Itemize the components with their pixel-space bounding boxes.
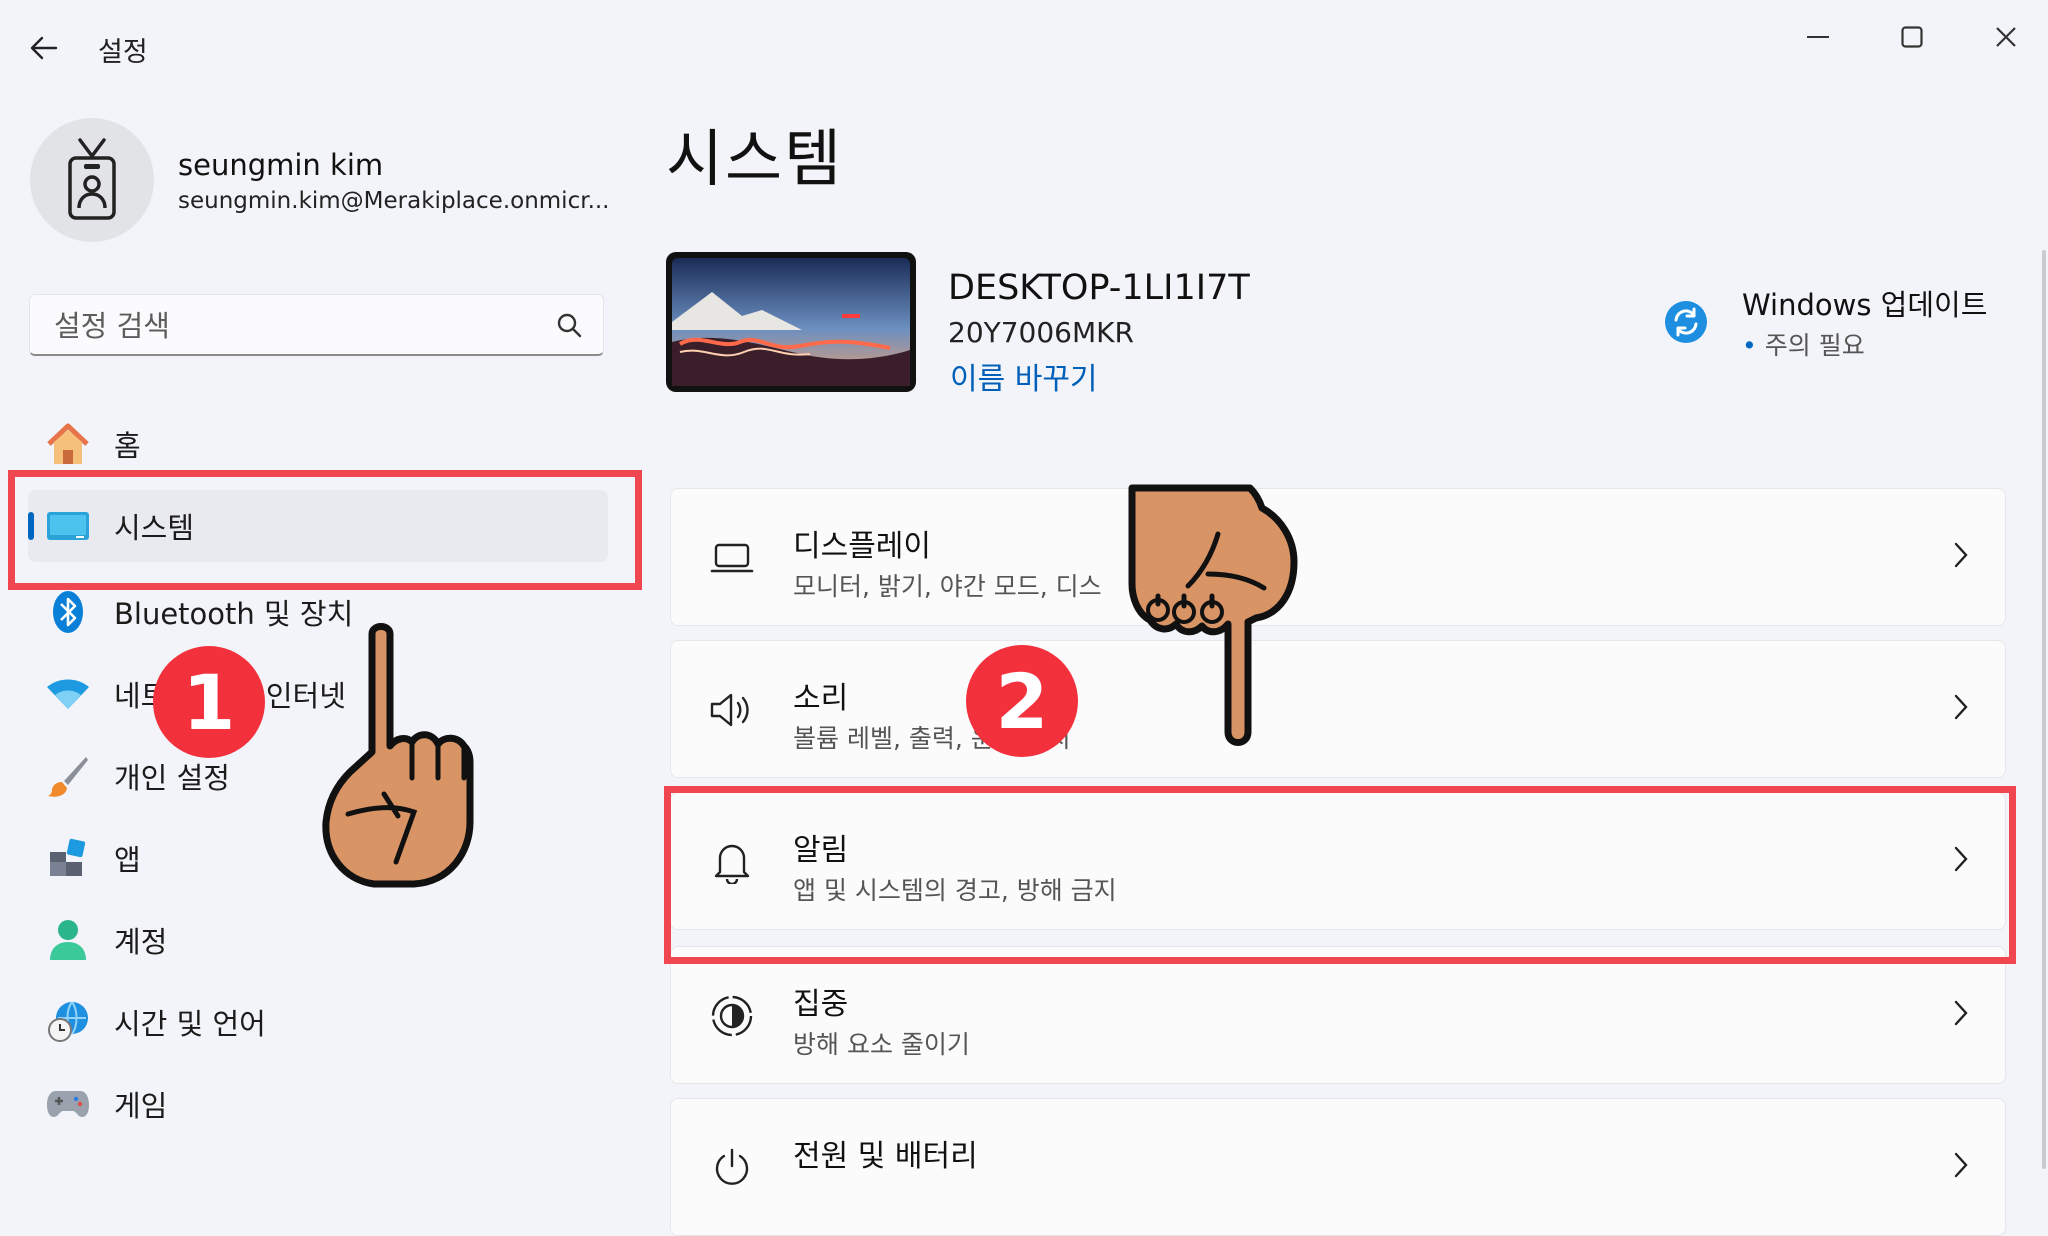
device-name: DESKTOP-1LI1I7T: [948, 268, 1250, 308]
sidebar-item-gaming[interactable]: 게임: [28, 1068, 608, 1140]
update-status-text: 주의 필요: [1764, 331, 1865, 360]
pointing-hand-down-icon: [1128, 484, 1298, 746]
page-title: 시스템: [666, 122, 844, 195]
brush-icon: [44, 752, 92, 800]
sidebar-item-label: 게임: [114, 1089, 168, 1123]
card-title: 소리: [793, 681, 849, 716]
card-focus[interactable]: 집중 방해 요소 줄이기: [670, 946, 2006, 1084]
windows-update-icon[interactable]: [1664, 300, 1708, 344]
pointing-hand-up-icon: [322, 623, 474, 888]
sidebar-item-label: 계정: [114, 925, 168, 959]
maximize-button[interactable]: [1882, 14, 1942, 60]
focus-icon: [707, 991, 757, 1041]
badge-user-icon: [68, 138, 116, 220]
bluetooth-icon: [44, 588, 92, 636]
account-icon: [44, 916, 92, 964]
sidebar-item-label: 개인 설정: [114, 761, 230, 795]
app-title: 설정: [98, 37, 148, 68]
device-model: 20Y7006MKR: [948, 316, 1134, 349]
power-icon: [707, 1143, 757, 1193]
card-display[interactable]: 디스플레이 모니터, 밝기, 야간 모드, 디스: [670, 488, 2006, 626]
sidebar-item-label: 앱: [114, 843, 141, 877]
step-badge-2: 2: [966, 645, 1078, 757]
laptop-icon: [707, 533, 757, 583]
search-icon[interactable]: [555, 311, 583, 339]
back-button[interactable]: [22, 28, 66, 68]
search-input[interactable]: [52, 305, 526, 347]
windows-update-title[interactable]: Windows 업데이트: [1742, 282, 1987, 324]
speaker-icon: [707, 685, 757, 735]
sidebar-item-label: 홈: [114, 429, 141, 463]
card-title: 전원 및 배터리: [793, 1139, 978, 1174]
user-email: seungmin.kim@Merakiplace.onmicr...: [178, 188, 610, 214]
minimize-button[interactable]: [1788, 14, 1848, 60]
card-power-battery[interactable]: 전원 및 배터리: [670, 1098, 2006, 1236]
globe-clock-icon: [44, 998, 92, 1046]
chevron-right-icon: [1954, 694, 1968, 720]
apps-icon: [44, 834, 92, 882]
close-button[interactable]: [1976, 14, 2036, 60]
wifi-icon: [44, 670, 92, 718]
rename-link[interactable]: 이름 바꾸기: [950, 354, 1098, 398]
sidebar-item-label: 시간 및 언어: [114, 1007, 266, 1041]
gamepad-icon: [44, 1080, 92, 1128]
card-subtitle: 방해 요소 줄이기: [793, 1030, 970, 1059]
user-name: seungmin kim: [178, 148, 384, 182]
sidebar-item-time-language[interactable]: 시간 및 언어: [28, 986, 608, 1058]
back-arrow-icon: [30, 36, 58, 60]
search-box[interactable]: [29, 294, 604, 356]
card-title: 집중: [793, 987, 849, 1022]
avatar[interactable]: [30, 118, 154, 242]
minimize-icon: [1807, 36, 1829, 38]
sidebar-item-accounts[interactable]: 계정: [28, 904, 608, 976]
highlight-box-system: [8, 470, 642, 590]
windows-update-status: • 주의 필요: [1742, 331, 1865, 360]
card-subtitle: 모니터, 밝기, 야간 모드, 디스: [793, 572, 1102, 601]
chevron-right-icon: [1954, 1000, 1968, 1026]
chevron-right-icon: [1954, 542, 1968, 568]
step-badge-1: 1: [153, 646, 265, 758]
scrollbar[interactable]: [2042, 250, 2046, 1169]
highlight-box-notifications: [664, 786, 2016, 964]
chevron-right-icon: [1954, 1152, 1968, 1178]
card-title: 디스플레이: [793, 529, 931, 564]
maximize-icon: [1901, 26, 1923, 48]
close-icon: [1996, 27, 2016, 47]
device-thumbnail: [666, 252, 916, 392]
home-icon: [44, 420, 92, 468]
card-sound[interactable]: 소리 볼륨 레벨, 출력, 운드 장치: [670, 640, 2006, 778]
